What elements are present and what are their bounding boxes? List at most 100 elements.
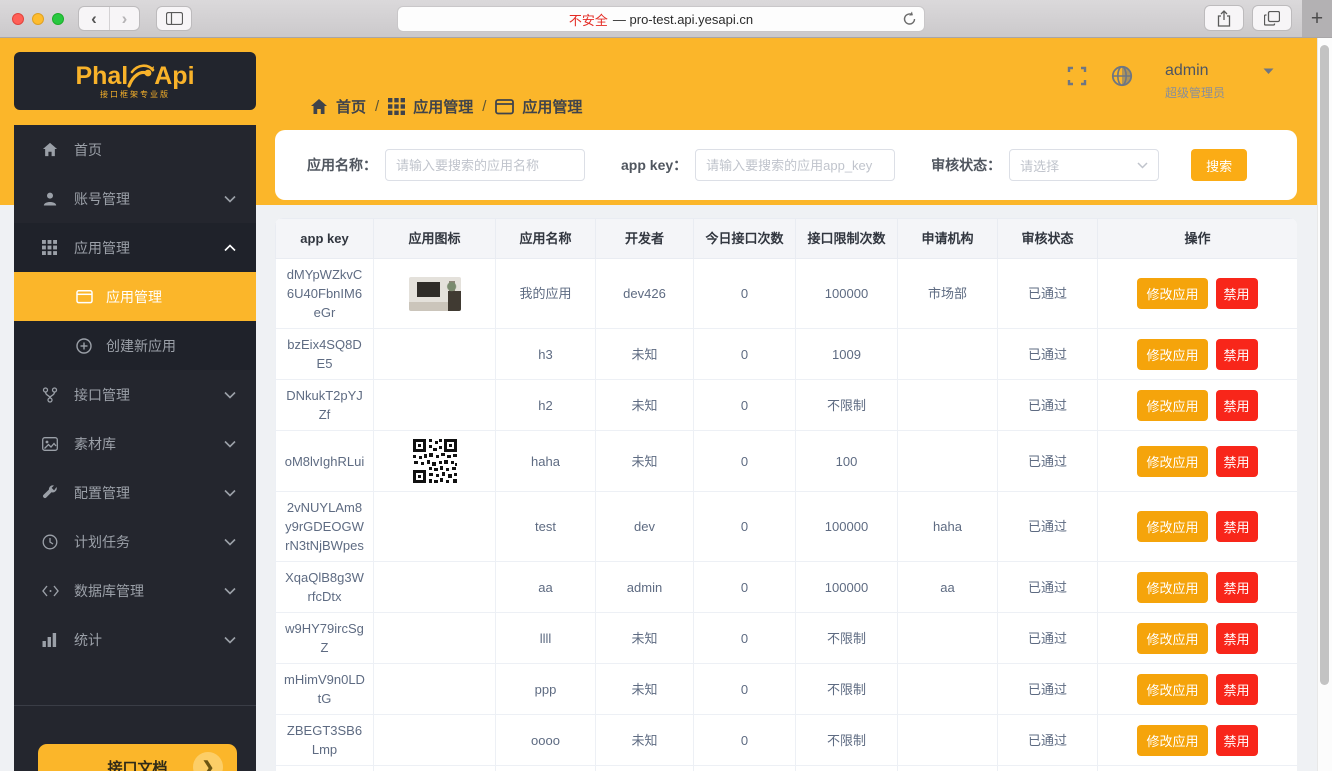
modify-app-button[interactable]: 修改应用	[1137, 278, 1208, 309]
disable-app-button[interactable]: 禁用	[1215, 389, 1258, 421]
sidebar-item-api-management[interactable]: 接口管理	[14, 370, 256, 419]
sidebar-subitem-create-app[interactable]: 创建新应用	[14, 321, 256, 370]
cell-actions: 修改应用禁用	[1097, 714, 1297, 766]
share-button[interactable]	[1204, 5, 1244, 31]
user-menu[interactable]: admin 超级管理员	[1165, 62, 1274, 101]
table-row: XqaQlB8g3WrfcDtx aa admin 0 100000 aa 已通…	[275, 561, 1297, 613]
header-review-status: 审核状态	[997, 218, 1098, 259]
main-content: 应用名称： app key： 审核状态： 请选择 搜索	[275, 125, 1297, 771]
app-name-input[interactable]	[385, 149, 585, 181]
modify-app-button[interactable]: 修改应用	[1137, 673, 1208, 705]
reload-button[interactable]	[902, 11, 917, 27]
sidebar-item-scheduled-tasks[interactable]: 计划任务	[14, 517, 256, 566]
app-key-input[interactable]	[695, 149, 896, 181]
language-button[interactable]	[1111, 65, 1133, 87]
disable-app-button[interactable]: 禁用	[1215, 571, 1258, 603]
disable-app-button[interactable]: 禁用	[1215, 511, 1258, 542]
disable-app-button[interactable]: 禁用	[1215, 724, 1258, 756]
cell-organization	[897, 663, 998, 715]
app-icon-photo	[408, 276, 461, 311]
cell-organization: aa	[897, 561, 998, 613]
sidebar-subitem-label: 创建新应用	[106, 337, 176, 354]
sidebar-item-app-management[interactable]: 应用管理	[14, 223, 256, 272]
zoom-window-button[interactable]	[52, 12, 64, 25]
cell-review-status: 已通过	[997, 612, 1098, 664]
modify-app-button[interactable]: 修改应用	[1137, 511, 1208, 542]
cell-app-key: bzEix4SQ8DE5	[275, 328, 374, 380]
sidebar-item-config[interactable]: 配置管理	[14, 468, 256, 517]
disable-app-button[interactable]: 禁用	[1215, 673, 1258, 705]
new-tab-button[interactable]: +	[1302, 0, 1332, 37]
cell-call-limit: 不限制	[795, 714, 898, 766]
cell-organization: haha	[897, 491, 998, 562]
modify-app-button[interactable]: 修改应用	[1137, 724, 1208, 756]
forward-button[interactable]: ›	[109, 7, 139, 30]
modify-app-button[interactable]: 修改应用	[1137, 445, 1208, 477]
cell-developer: 未知	[595, 663, 694, 715]
sidebar-item-media-library[interactable]: 素材库	[14, 419, 256, 468]
sidebar-item-database[interactable]: 数据库管理	[14, 566, 256, 615]
sidebar-item-statistics[interactable]: 统计	[14, 615, 256, 664]
cell-review-status: 已通过	[997, 258, 1098, 329]
table-row: DNkukT2pYJZf h2 未知 0 不限制 已通过 修改应用 禁用	[275, 379, 1297, 431]
sidebar-toggle-button[interactable]	[156, 6, 192, 31]
cell-call-limit: 不限制	[795, 663, 898, 715]
scrollbar-thumb[interactable]	[1320, 45, 1329, 685]
plus-circle-icon	[76, 337, 93, 354]
sidebar-item-label: 统计	[74, 631, 102, 648]
close-window-button[interactable]	[12, 12, 24, 25]
table-row: dMYpWZkvC6U40FbnIM6eGr 我的应用 dev426 0 100…	[275, 258, 1297, 329]
disable-app-button[interactable]: 禁用	[1215, 445, 1258, 477]
sidebar-item-home[interactable]: 首页	[14, 125, 256, 174]
status-select[interactable]: 请选择	[1009, 149, 1160, 181]
api-docs-label: 接口文档	[107, 759, 168, 771]
modify-app-button[interactable]: 修改应用	[1137, 338, 1208, 370]
sidebar-item-accounts[interactable]: 账号管理	[14, 174, 256, 223]
breadcrumb-label: 应用管理	[413, 99, 474, 116]
logo-text-left: Phal	[75, 62, 129, 90]
minimize-window-button[interactable]	[32, 12, 44, 25]
cell-call-limit: 100000	[795, 491, 898, 562]
cell-developer: 未知	[595, 328, 694, 380]
disable-app-button[interactable]: 禁用	[1215, 622, 1258, 654]
header-controls: admin 超级管理员	[1067, 62, 1274, 101]
chevron-down-icon	[224, 636, 236, 644]
cell-app-name: aa	[495, 561, 596, 613]
cell-app-icon	[373, 765, 496, 771]
cell-organization	[897, 328, 998, 380]
cell-app-key: ZBEGT3SB6Lmp	[275, 714, 374, 766]
back-button[interactable]: ‹	[79, 7, 109, 30]
reload-icon	[903, 11, 916, 25]
address-bar[interactable]: 不安全 — pro-test.api.yesapi.cn	[397, 6, 925, 32]
sidebar-subitem-app-management[interactable]: 应用管理	[14, 272, 256, 321]
cell-actions: 修改应用禁用	[1097, 328, 1297, 380]
breadcrumb-app-management[interactable]: 应用管理	[388, 96, 473, 117]
cell-call-limit: 不限制	[795, 765, 898, 771]
disable-app-button[interactable]: 禁用	[1215, 278, 1258, 309]
disable-app-button[interactable]: 禁用	[1215, 338, 1258, 370]
cell-call-limit: 不限制	[795, 612, 898, 664]
share-icon	[1217, 9, 1231, 27]
app-name-label: 应用名称：	[307, 157, 377, 173]
cell-app-icon	[373, 612, 496, 664]
tab-overview-button[interactable]	[1252, 5, 1292, 31]
modify-app-button[interactable]: 修改应用	[1137, 389, 1208, 421]
cell-app-key: dMYpWZkvC6U40FbnIM6eGr	[275, 258, 374, 329]
modify-app-button[interactable]: 修改应用	[1137, 622, 1208, 654]
api-docs-button[interactable]: 接口文档 ❯	[38, 744, 237, 771]
breadcrumb-label: 首页	[336, 99, 367, 116]
window-icon	[76, 289, 93, 304]
cell-app-key: w9HY79ircSgZ	[275, 612, 374, 664]
chevron-down-icon	[1263, 68, 1274, 75]
breadcrumb-home[interactable]: 首页	[310, 96, 366, 117]
logo[interactable]: Phal Api 接口框架专业版	[14, 52, 256, 110]
chevron-down-icon	[224, 587, 236, 595]
search-button[interactable]: 搜索	[1191, 149, 1248, 181]
cell-app-key: mHimV9n0LDtG	[275, 663, 374, 715]
cell-app-icon	[373, 258, 496, 329]
cell-actions: 修改应用禁用	[1097, 612, 1297, 664]
table-row: GKsr5ePZmHFt iiiii 未知 0 不限制 已通过 修改应用禁用	[275, 765, 1297, 771]
page-scrollbar[interactable]	[1317, 38, 1332, 771]
modify-app-button[interactable]: 修改应用	[1137, 571, 1208, 603]
fullscreen-button[interactable]	[1067, 66, 1087, 86]
